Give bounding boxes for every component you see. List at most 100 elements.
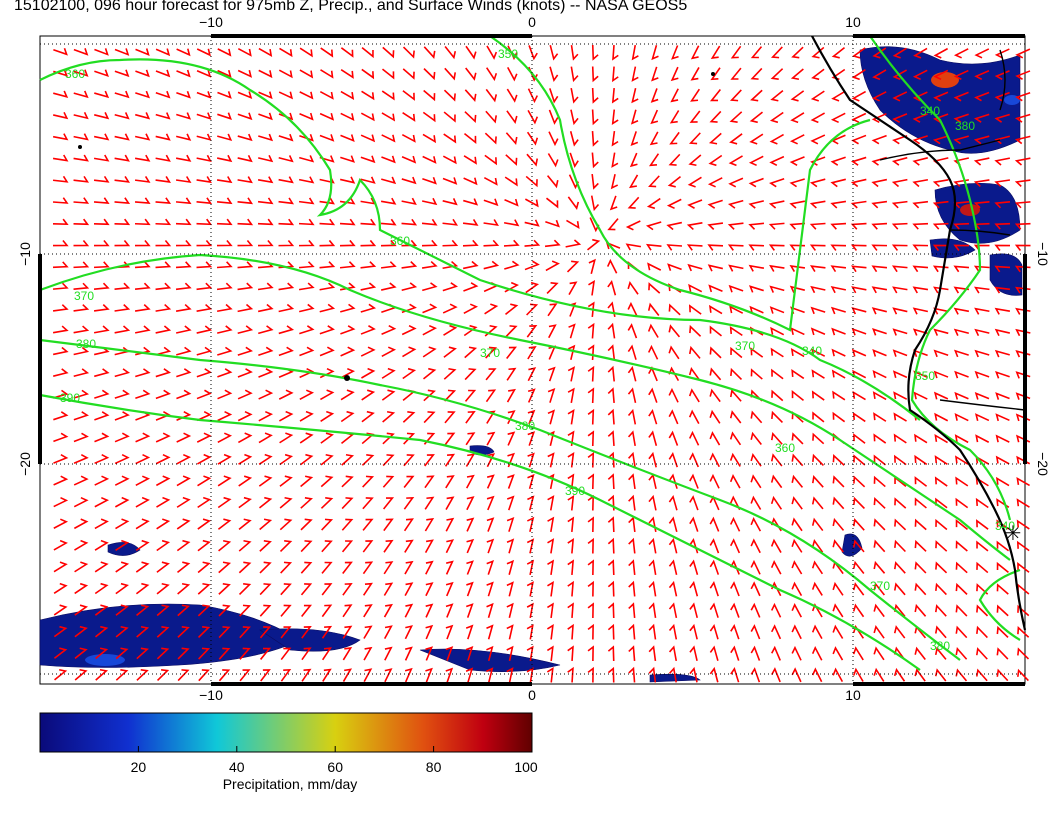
wind-barb [176, 389, 192, 400]
wind-barb [651, 45, 659, 61]
wind-barb [53, 475, 69, 486]
wind-barb [893, 454, 907, 466]
wind-barb [791, 538, 803, 553]
wind-barb [444, 453, 456, 467]
wind-barb [258, 325, 274, 335]
wind-barb [688, 304, 702, 315]
wind-barb [485, 389, 497, 403]
wind-barb [134, 282, 151, 291]
lon-tick-bottom: 10 [845, 687, 861, 703]
wind-barb [769, 111, 784, 124]
wind-barb [73, 197, 90, 204]
wind-barb [648, 473, 657, 490]
wind-barb [466, 560, 474, 575]
wind-barb [217, 325, 233, 334]
wind-barb [871, 307, 887, 315]
wind-barb [546, 645, 554, 662]
wind-barb [300, 475, 314, 488]
wind-barb [591, 109, 599, 126]
wind-barb [668, 580, 678, 597]
wind-barb [425, 646, 434, 661]
wind-barb [53, 47, 68, 56]
wind-barb [464, 389, 477, 402]
wind-barb [871, 134, 887, 145]
wind-barb [299, 410, 314, 422]
wind-barb [851, 327, 867, 336]
wind-barb [319, 112, 335, 121]
wind-barb [381, 90, 395, 101]
wind-barb [609, 195, 618, 211]
wind-barb [668, 430, 679, 446]
wind-barb [976, 625, 988, 639]
wind-barb [611, 152, 619, 168]
wind-barb [628, 666, 636, 683]
wind-barb [893, 561, 906, 574]
wind-barb [873, 646, 885, 661]
wind-barb [279, 496, 293, 509]
wind-barb [319, 282, 336, 291]
wind-barb [506, 559, 515, 575]
wind-barb [506, 624, 514, 640]
wind-barb [668, 366, 680, 382]
wind-barb [832, 646, 844, 661]
wind-barb [707, 244, 724, 251]
wind-barb [483, 176, 498, 186]
wind-barb [94, 561, 109, 573]
wind-barb [196, 218, 213, 226]
island [78, 145, 82, 149]
wind-barb [851, 134, 867, 145]
wind-barb [299, 112, 314, 121]
wind-barb [52, 154, 69, 162]
wind-barb [648, 387, 658, 403]
wind-barb [506, 88, 518, 103]
wind-barb [363, 668, 373, 683]
wind-barb [175, 282, 192, 291]
wind-barb [708, 132, 722, 145]
wind-barb [953, 265, 970, 273]
wind-barb [237, 112, 253, 121]
wind-barb [299, 303, 315, 313]
wind-barb [872, 349, 887, 357]
contour-label: 390 [565, 484, 585, 498]
wind-barb [197, 496, 212, 509]
wind-barb [382, 46, 395, 59]
wind-barb [94, 582, 109, 595]
wind-barb [566, 260, 580, 273]
wind-barb [587, 602, 594, 619]
wind-barb [196, 112, 212, 120]
wind-barb [668, 324, 681, 338]
wind-barb [74, 668, 88, 681]
wind-barb [279, 432, 294, 444]
wind-barb [238, 518, 252, 531]
wind-barb [832, 624, 844, 639]
wind-barb [730, 602, 740, 618]
wind-barb [425, 624, 434, 640]
wind-barb [668, 345, 680, 360]
wind-barb [547, 387, 556, 403]
wind-barb [749, 111, 763, 124]
wind-barb [628, 623, 636, 640]
wind-barb [607, 301, 616, 318]
wind-barb [791, 453, 804, 467]
wind-barb [217, 368, 233, 378]
wind-barb [115, 582, 129, 595]
wind-barb [299, 155, 315, 163]
wind-barb [913, 391, 928, 400]
wind-barb [237, 410, 253, 422]
wind-barb [591, 44, 599, 61]
wind-barb [362, 497, 374, 510]
wind-barb [770, 46, 783, 59]
wind-barb [237, 325, 254, 335]
wind-barb [750, 431, 762, 445]
wind-barb [403, 454, 415, 467]
wind-barb [892, 349, 908, 357]
wind-barb [422, 155, 437, 164]
wind-barb [607, 322, 616, 339]
wind-barb [627, 344, 637, 360]
wind-barb [445, 475, 455, 489]
wind-barb [893, 625, 906, 639]
wind-barb [401, 261, 418, 269]
wind-barb [278, 176, 294, 184]
wind-barb [648, 282, 661, 294]
wind-barb [666, 244, 683, 251]
